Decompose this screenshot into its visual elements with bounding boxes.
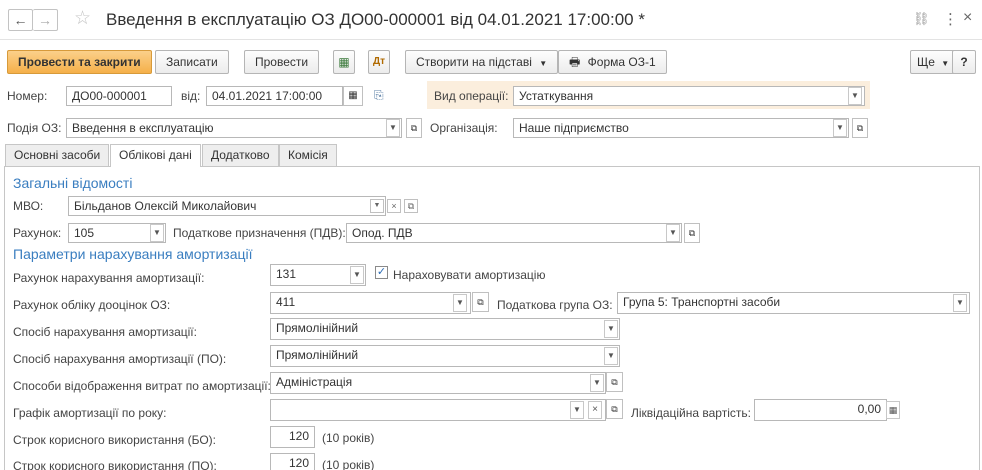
page-title: Введення в експлуатацію ОЗ ДО00-000001 в…: [106, 10, 645, 29]
method-po-dropdown-icon[interactable]: ▼: [604, 347, 618, 365]
event-dropdown-icon[interactable]: ▼: [386, 119, 400, 137]
revaluation-account-dropdown-icon[interactable]: ▼: [453, 294, 467, 312]
calculator-icon[interactable]: ▦: [886, 401, 900, 419]
save-button[interactable]: Записати: [155, 50, 229, 74]
mvo-label: МВО:: [13, 199, 44, 213]
printer-icon: 🖶: [569, 55, 581, 69]
method-po-field[interactable]: Прямолінійний: [270, 345, 620, 367]
help-button[interactable]: ?: [952, 50, 976, 74]
organization-dropdown-icon[interactable]: ▼: [833, 119, 847, 137]
dep-account-label: Рахунок нарахування амортизації:: [13, 271, 205, 285]
tax-purpose-dropdown-icon[interactable]: ▼: [666, 224, 680, 242]
schedule-dropdown-icon[interactable]: ▼: [570, 401, 584, 419]
method-po-label: Спосіб нарахування амортизації (ПО):: [13, 352, 227, 366]
tax-purpose-label: Податкове призначення (ПДВ):: [173, 226, 346, 240]
tab-commission[interactable]: Комісія: [279, 144, 337, 166]
revaluation-account-field[interactable]: 411: [270, 292, 471, 314]
tax-group-field[interactable]: Група 5: Транспортні засоби: [617, 292, 970, 314]
post-and-close-button[interactable]: Провести та закрити: [7, 50, 152, 74]
favorite-star-icon[interactable]: ☆: [74, 7, 91, 30]
tax-group-label: Податкова група ОЗ:: [497, 298, 613, 312]
account-dropdown-icon[interactable]: ▼: [150, 224, 164, 242]
event-field[interactable]: Введення в експлуатацію: [66, 118, 402, 138]
general-section-title: Загальні відомості: [13, 175, 133, 191]
create-based-on-button[interactable]: Створити на підставі ▼: [405, 50, 559, 74]
calendar-icon[interactable]: ▦: [343, 86, 363, 106]
mvo-open-icon[interactable]: ⧉: [404, 199, 418, 213]
event-label: Подія ОЗ:: [7, 121, 62, 135]
tax-purpose-field[interactable]: Опод. ПДВ: [346, 223, 682, 243]
forward-button[interactable]: →: [33, 9, 58, 31]
close-icon[interactable]: ×: [963, 9, 972, 27]
operation-type-label: Вид операції:: [434, 89, 509, 103]
chevron-down-icon: ▼: [941, 59, 950, 68]
schedule-field[interactable]: [270, 399, 606, 421]
more-icon[interactable]: ⋮: [943, 10, 958, 28]
organization-label: Організація:: [430, 121, 498, 135]
life-bo-field[interactable]: 120: [270, 426, 315, 448]
life-po-field[interactable]: 120: [270, 453, 315, 470]
method-dropdown-icon[interactable]: ▼: [604, 320, 618, 338]
expense-method-open-icon[interactable]: ⧉: [606, 372, 623, 392]
tax-group-dropdown-icon[interactable]: ▼: [953, 294, 967, 312]
dep-account-dropdown-icon[interactable]: ▼: [350, 266, 364, 284]
date-label: від:: [181, 89, 201, 103]
account-label: Рахунок:: [13, 226, 62, 240]
more-button[interactable]: Ще ▼: [910, 50, 957, 74]
link-icon[interactable]: ⛓: [913, 11, 930, 27]
life-bo-note: (10 років): [322, 431, 375, 445]
method-label: Спосіб нарахування амортизації:: [13, 325, 197, 339]
mvo-dropdown-icon[interactable]: ▼: [370, 199, 384, 213]
chevron-down-icon: ▼: [539, 59, 548, 68]
expense-method-field[interactable]: Адміністрація: [270, 372, 606, 394]
document-status-icon: ⎘: [374, 88, 384, 102]
schedule-clear-icon[interactable]: ×: [588, 401, 602, 419]
revaluation-account-open-icon[interactable]: ⧉: [472, 292, 489, 312]
life-po-note: (10 років): [322, 458, 375, 470]
form-os1-label: Форма ОЗ-1: [587, 55, 656, 69]
date-field[interactable]: 04.01.2021 17:00:00: [206, 86, 343, 106]
revaluation-account-label: Рахунок обліку дооцінок ОЗ:: [13, 298, 171, 312]
number-field[interactable]: ДО00-000001: [66, 86, 172, 106]
organization-open-icon[interactable]: ⧉: [852, 118, 868, 138]
operation-type-dropdown-icon[interactable]: ▼: [848, 87, 862, 105]
liquidation-value-field[interactable]: 0,00: [754, 399, 887, 421]
life-bo-label: Строк корисного використання (БО):: [13, 433, 216, 447]
report-icon[interactable]: ▦: [333, 50, 355, 74]
dt-kt-icon[interactable]: Дт: [368, 50, 390, 74]
tab-accounting-data[interactable]: Облікові дані: [110, 144, 201, 167]
accrue-depreciation-label: Нараховувати амортизацію: [393, 268, 546, 282]
depreciation-section-title: Параметри нарахування амортизації: [13, 246, 253, 262]
accrue-depreciation-checkbox[interactable]: ✓: [375, 266, 388, 279]
organization-field[interactable]: Наше підприємство: [513, 118, 849, 138]
schedule-label: Графік амортизації по року:: [13, 406, 167, 420]
liquidation-value-label: Ліквідаційна вартість:: [631, 406, 751, 420]
create-based-on-label: Створити на підставі: [416, 55, 532, 69]
more-label: Ще: [917, 55, 935, 69]
method-field[interactable]: Прямолінійний: [270, 318, 620, 340]
title-bar: ← → ☆ Введення в експлуатацію ОЗ ДО00-00…: [0, 0, 982, 40]
back-button[interactable]: ←: [8, 9, 33, 31]
operation-type-field[interactable]: Устаткування: [513, 86, 865, 106]
life-po-label: Строк корисного використання (ПО):: [13, 459, 217, 470]
tab-additional[interactable]: Додатково: [202, 144, 279, 166]
event-open-icon[interactable]: ⧉: [406, 118, 422, 138]
mvo-clear-icon[interactable]: ×: [387, 199, 401, 213]
expense-method-dropdown-icon[interactable]: ▼: [590, 374, 604, 392]
post-button[interactable]: Провести: [244, 50, 320, 74]
tax-purpose-open-icon[interactable]: ⧉: [684, 223, 700, 243]
schedule-open-icon[interactable]: ⧉: [606, 399, 623, 419]
number-label: Номер:: [7, 89, 48, 103]
tab-fixed-assets[interactable]: Основні засоби: [5, 144, 110, 166]
form-os1-button[interactable]: 🖶 Форма ОЗ-1: [558, 50, 667, 74]
expense-method-label: Способи відображення витрат по амортизац…: [13, 379, 271, 393]
mvo-field[interactable]: Більданов Олексій Миколайович: [68, 196, 386, 216]
